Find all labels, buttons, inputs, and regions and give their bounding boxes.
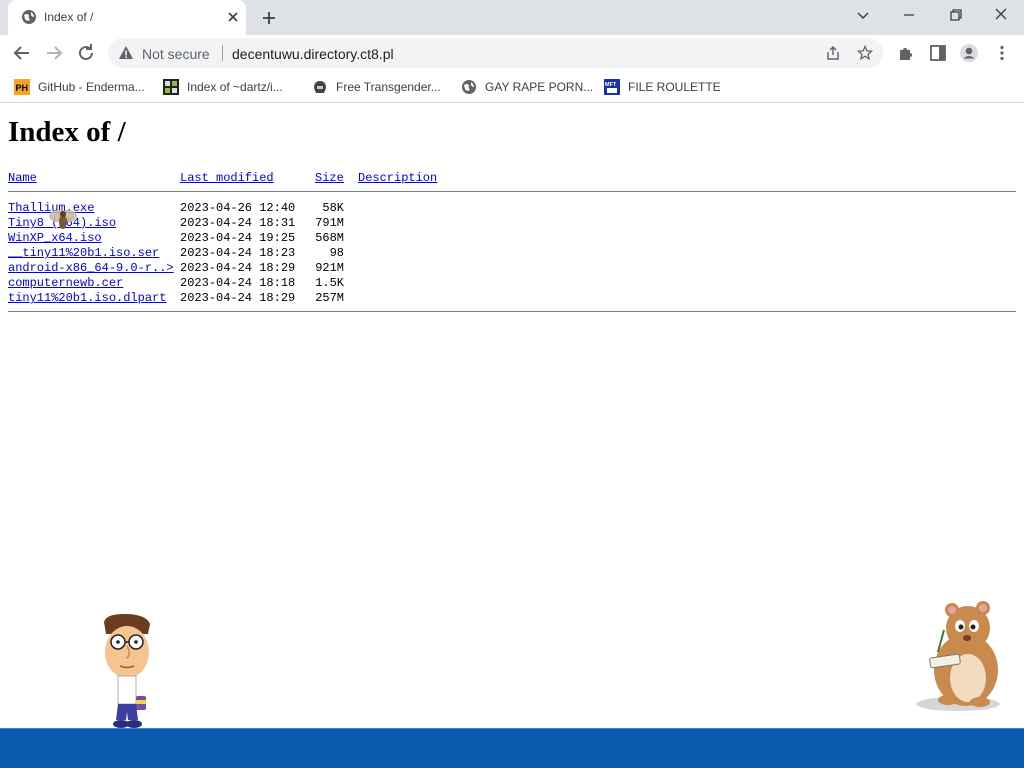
bookmark-label: GitHub - Enderma... [38, 80, 145, 94]
file-modified: 2023-04-24 18:18 [180, 276, 296, 290]
kebab-menu-icon[interactable] [992, 43, 1012, 63]
address-bar[interactable]: Not secure decentuwu.directory.ct8.pl [108, 38, 883, 68]
warning-icon[interactable] [118, 45, 134, 61]
svg-text:MFT: MFT [605, 82, 617, 88]
tab-index-of[interactable]: Index of / [8, 0, 246, 35]
file-size: 58K [322, 201, 344, 215]
back-arrow-icon[interactable] [10, 41, 34, 65]
bookmark-label: GAY RAPE PORN... [485, 80, 594, 94]
bookmark-free-transgender[interactable]: Free Transgender... [312, 77, 441, 97]
bookmark-label: Free Transgender... [336, 80, 441, 94]
file-modified: 2023-04-24 18:29 [180, 261, 296, 275]
taskbar[interactable] [0, 728, 1024, 768]
hamster-mascot [916, 601, 1000, 711]
star-icon[interactable] [857, 45, 873, 61]
file-link[interactable]: tiny11%20b1.iso.dlpart [8, 291, 166, 305]
file-modified: 2023-04-24 18:23 [180, 246, 296, 260]
file-size: 568M [315, 231, 344, 245]
file-modified: 2023-04-24 18:29 [180, 291, 296, 305]
top-divider [8, 191, 1016, 192]
file-modified: 2023-04-24 19:25 [180, 231, 296, 245]
url-text[interactable]: decentuwu.directory.ct8.pl [232, 46, 394, 62]
file-modified: 2023-04-26 12:40 [180, 201, 296, 215]
file-row: computernewb.cer 2023-04-24 18:18 1.5K [8, 276, 408, 291]
file-link[interactable]: computernewb.cer [8, 276, 123, 290]
file-row: tiny11%20b1.iso.dlpart 2023-04-24 18:29 … [8, 291, 408, 306]
cartoon-man-mascot [104, 614, 150, 728]
column-header-description[interactable]: Description [358, 171, 437, 185]
tab-title: Index of / [44, 10, 94, 24]
omnibox-divider [222, 45, 223, 61]
column-header-size[interactable]: Size [315, 171, 344, 185]
file-size: 921M [315, 261, 344, 275]
page-title: Index of / [8, 116, 126, 148]
bottom-divider [8, 311, 1016, 312]
bookmark-file-roulette[interactable]: MFT FILE ROULETTE [604, 77, 721, 97]
helmet-icon [314, 81, 326, 93]
bookmark-github[interactable]: PH GitHub - Enderma... [14, 77, 145, 97]
puzzle-icon[interactable] [896, 43, 916, 63]
tab-strip: Index of / [0, 0, 1024, 35]
bookmark-gay-rape[interactable]: GAY RAPE PORN... [461, 77, 593, 97]
security-label[interactable]: Not secure [142, 46, 210, 62]
bookmarks-bar: PH GitHub - Enderma... Index of ~dartz/i… [0, 71, 1024, 103]
bookmark-label: FILE ROULETTE [628, 80, 721, 94]
forward-arrow-icon[interactable] [42, 41, 66, 65]
file-size: 257M [315, 291, 344, 305]
file-modified: 2023-04-24 18:31 [180, 216, 296, 230]
browser-toolbar: Not secure decentuwu.directory.ct8.pl [0, 35, 1024, 71]
bookmark-label: Index of ~dartz/i... [187, 80, 283, 94]
share-icon[interactable] [825, 45, 841, 61]
mft-icon: MFT [604, 79, 620, 95]
file-row: android-x86_64-9.0-r..> 2023-04-24 18:29… [8, 261, 408, 276]
bookmark-index-dartz[interactable]: Index of ~dartz/i... [163, 77, 283, 97]
svg-text:PH: PH [16, 83, 29, 93]
globe-icon [22, 10, 36, 24]
file-link[interactable]: __tiny11%20b1.iso.ser [8, 246, 159, 260]
profile-icon[interactable] [959, 43, 979, 63]
close-icon[interactable] [989, 5, 1013, 25]
column-header-last-modified[interactable]: Last modified [180, 171, 274, 185]
ph-icon: PH [14, 79, 30, 95]
file-size: 1.5K [315, 276, 344, 290]
file-size: 791M [315, 216, 344, 230]
column-header-name[interactable]: Name [8, 171, 37, 185]
globe-icon [462, 80, 476, 94]
sidepanel-icon[interactable] [928, 43, 948, 63]
file-row: __tiny11%20b1.iso.ser 2023-04-24 18:23 9… [8, 246, 408, 261]
winged-cursor-icon [49, 210, 77, 229]
plus-icon[interactable] [259, 8, 279, 28]
minimize-icon[interactable] [897, 5, 921, 25]
restore-icon[interactable] [943, 5, 967, 25]
close-icon[interactable] [225, 9, 241, 25]
reload-icon[interactable] [74, 41, 98, 65]
file-link[interactable]: android-x86_64-9.0-r..> [8, 261, 174, 275]
chevron-down-icon[interactable] [851, 5, 875, 25]
pixel-icon [163, 79, 179, 95]
file-size: 98 [329, 246, 344, 260]
